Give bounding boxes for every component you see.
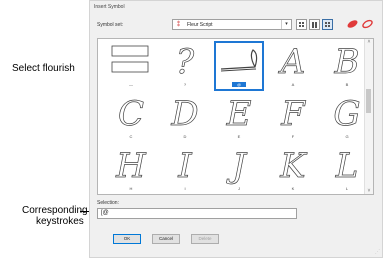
symbol-cell-I[interactable]: II bbox=[161, 146, 209, 194]
cancel-button[interactable]: Cancel bbox=[152, 234, 180, 244]
symbol-glyph: A bbox=[280, 42, 306, 82]
symbol-cell-flourish[interactable]: @ bbox=[214, 41, 264, 91]
symbol-glyph: F bbox=[281, 94, 305, 134]
symbol-set-dropdown[interactable]: ⁑ Fleur Script ▾ bbox=[172, 19, 292, 30]
symbol-glyph: I bbox=[178, 146, 192, 186]
scroll-thumb[interactable] bbox=[366, 89, 371, 113]
symbol-label: C bbox=[129, 134, 133, 139]
symbol-glyph: J bbox=[232, 146, 246, 186]
symbol-label: — bbox=[129, 82, 133, 87]
symbol-label: K bbox=[291, 186, 295, 191]
symbol-label: F bbox=[291, 134, 295, 139]
symbol-label: @ bbox=[232, 82, 246, 87]
symbol-cell-F[interactable]: FF bbox=[269, 94, 317, 142]
symbol-cell-question[interactable]: ?? bbox=[161, 42, 209, 90]
symbol-cell-dash[interactable]: — bbox=[107, 42, 155, 90]
outline-color-icon[interactable] bbox=[361, 18, 374, 30]
font-icon: ⁑ bbox=[177, 22, 180, 28]
insert-symbol-dialog: Insert Symbol Symbol set: ⁑ Fleur Script… bbox=[89, 0, 383, 258]
small-grid-view-button[interactable] bbox=[296, 19, 307, 30]
symbol-glyph: H bbox=[116, 146, 146, 186]
symbol-glyph: K bbox=[280, 146, 306, 186]
symbol-cell-D[interactable]: DD bbox=[161, 94, 209, 142]
symbol-cell-J[interactable]: JJ bbox=[215, 146, 263, 194]
symbol-set-label: Symbol set: bbox=[97, 22, 124, 28]
scroll-up-icon[interactable]: ˄ bbox=[365, 39, 373, 45]
symbol-cell-C[interactable]: CC bbox=[107, 94, 155, 142]
vertical-scrollbar[interactable]: ˄ ˅ bbox=[364, 39, 373, 194]
symbol-glyph: ? bbox=[175, 42, 195, 82]
large-grid-view-button[interactable] bbox=[322, 19, 333, 30]
rectangle-symbol-icon bbox=[111, 45, 149, 73]
delete-button[interactable]: Delete bbox=[191, 234, 219, 244]
symbol-grid: —?? @ A A B B C C D D E E F F G G H H I I J J K K L L ˄ ˅ bbox=[97, 38, 374, 195]
symbol-cell-K[interactable]: KK bbox=[269, 146, 317, 194]
symbol-set-value: Fleur Script bbox=[187, 22, 213, 28]
symbol-label: I bbox=[184, 186, 186, 191]
annotation-select-flourish: Select flourish bbox=[12, 63, 75, 74]
symbol-glyph: D bbox=[171, 94, 199, 134]
chevron-down-icon[interactable]: ▾ bbox=[281, 20, 291, 29]
annotation-keystrokes: keystrokes bbox=[36, 216, 84, 227]
symbol-label: H bbox=[129, 186, 133, 191]
symbol-label: E bbox=[237, 134, 241, 139]
symbol-cell-A[interactable]: AA bbox=[269, 42, 317, 90]
symbol-cell-E[interactable]: EE bbox=[215, 94, 263, 142]
annotation-corresponding: Corresponding bbox=[22, 205, 88, 216]
dialog-title: Insert Symbol bbox=[94, 4, 125, 10]
symbol-label: J bbox=[238, 186, 240, 191]
symbol-cell-H[interactable]: HH bbox=[107, 146, 155, 194]
symbol-label: D bbox=[183, 134, 187, 139]
symbol-label: ? bbox=[183, 82, 187, 87]
symbol-label: A bbox=[291, 82, 295, 87]
scroll-down-icon[interactable]: ˅ bbox=[365, 188, 373, 194]
selection-label: Selection: bbox=[97, 200, 119, 206]
ok-button[interactable]: OK bbox=[113, 234, 141, 244]
fill-color-icon[interactable] bbox=[346, 18, 359, 30]
flourish-symbol-icon bbox=[220, 49, 258, 72]
column-view-button[interactable] bbox=[309, 19, 320, 30]
symbol-glyph: C bbox=[117, 94, 145, 134]
selection-field[interactable]: [@ bbox=[97, 208, 297, 219]
symbol-glyph: E bbox=[226, 94, 252, 134]
resize-grip-icon[interactable]: ⋰ bbox=[375, 249, 380, 255]
